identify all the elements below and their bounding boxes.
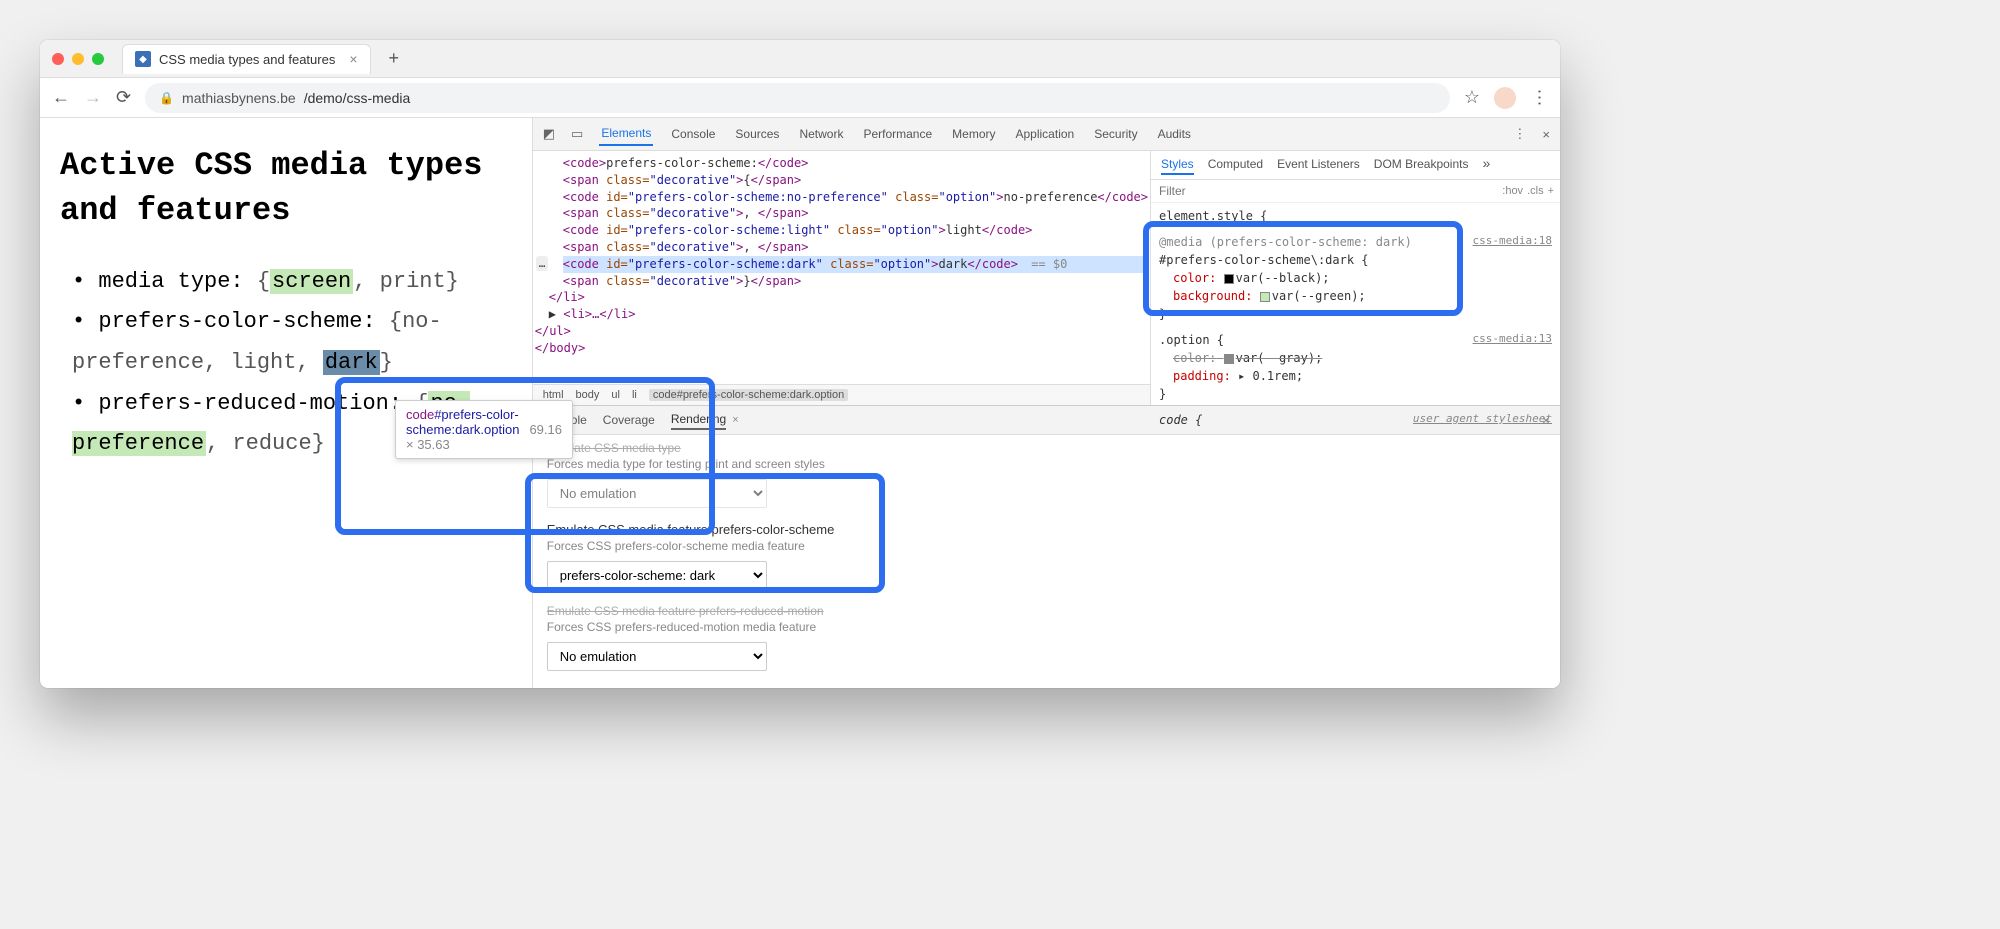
list-item: media type: {screen, print} [72,262,512,303]
window-maximize-button[interactable] [92,53,104,65]
tab-styles[interactable]: Styles [1161,155,1194,175]
url-bar: ← → ⟳ 🔒 mathiasbynens.be/demo/css-media … [40,78,1560,118]
tab-audits[interactable]: Audits [1156,123,1193,145]
tab-close-icon[interactable]: × [349,51,357,67]
tab-network[interactable]: Network [797,123,845,145]
active-value: screen [270,269,353,294]
rule-source-link[interactable]: css-media:13 [1473,331,1552,348]
browser-window: ◆ CSS media types and features × + ← → ⟳… [40,40,1560,688]
inspect-icon[interactable]: ◩ [543,126,555,142]
css-rule: css-media:13 .option { color: var(--gray… [1159,331,1552,403]
styles-tabs: Styles Computed Event Listeners DOM Brea… [1151,151,1560,180]
profile-avatar[interactable] [1494,87,1516,109]
color-scheme-select[interactable]: prefers-color-scheme: dark [547,561,767,590]
new-rule-button[interactable]: + [1548,185,1554,197]
window-minimize-button[interactable] [72,53,84,65]
reduced-motion-select[interactable]: No emulation [547,642,767,671]
tab-application[interactable]: Application [1014,123,1077,145]
styles-panel: Styles Computed Event Listeners DOM Brea… [1150,151,1560,405]
dom-tree[interactable]: <code>prefers-color-scheme:</code> <span… [533,151,1150,384]
css-rule: css-media:18 @media (prefers-color-schem… [1159,233,1552,323]
close-icon[interactable]: × [1542,127,1550,142]
tab-elements[interactable]: Elements [599,122,653,146]
tab-title: CSS media types and features [159,52,335,67]
browser-tab[interactable]: ◆ CSS media types and features × [122,44,371,74]
window-close-button[interactable] [52,53,64,65]
tab-console[interactable]: Console [669,123,717,145]
url-host: mathiasbynens.be [182,90,296,106]
page-title: Active CSS media types and features [60,144,512,234]
emulate-color-scheme-section: Emulate CSS media feature prefers-color-… [547,522,1546,590]
rule-source-link[interactable]: css-media:18 [1473,233,1552,250]
styles-filter-input[interactable] [1151,180,1502,202]
titlebar: ◆ CSS media types and features × + [40,40,1560,78]
drawer-tab-rendering[interactable]: Rendering [671,410,726,430]
tab-security[interactable]: Security [1092,123,1139,145]
element-tooltip: code#prefers-color-scheme:dark.option69.… [395,400,573,459]
reload-icon[interactable]: ⟳ [116,87,131,108]
close-icon[interactable]: × [732,414,738,426]
selected-value: dark [323,350,380,375]
dom-breadcrumb[interactable]: html body ul li code#prefers-color-schem… [533,384,1150,405]
device-icon[interactable]: ▭ [571,126,583,142]
lock-icon: 🔒 [159,91,174,105]
drawer-tab-coverage[interactable]: Coverage [603,411,655,429]
settings-icon[interactable]: ⋮ [1513,126,1526,142]
tab-computed[interactable]: Computed [1208,155,1263,175]
devtools-tabs: ◩ ▭ Elements Console Sources Network Per… [533,118,1560,151]
emulate-reduced-motion-section: Emulate CSS media feature prefers-reduce… [547,604,1546,671]
devtools-drawer: Console Coverage Rendering × × Emulate C… [533,405,1560,688]
selected-dom-node[interactable]: …<code id="prefers-color-scheme:dark" cl… [563,256,1148,273]
new-tab-button[interactable]: + [379,48,410,69]
tab-sources[interactable]: Sources [733,123,781,145]
url-field[interactable]: 🔒 mathiasbynens.be/demo/css-media [145,83,1450,113]
css-rule: user agent stylesheet code { [1159,411,1552,429]
star-icon[interactable]: ☆ [1464,87,1480,108]
content-area: Active CSS media types and features medi… [40,118,1560,688]
rendered-page: Active CSS media types and features medi… [40,118,532,688]
cls-toggle[interactable]: .cls [1527,185,1544,197]
tab-dom-breakpoints[interactable]: DOM Breakpoints [1374,155,1469,175]
chevron-right-icon[interactable]: » [1482,155,1490,175]
back-icon[interactable]: ← [52,87,70,108]
tab-event-listeners[interactable]: Event Listeners [1277,155,1360,175]
traffic-lights [52,53,104,65]
url-path: /demo/css-media [304,90,411,106]
menu-icon[interactable]: ⋯ [1529,89,1550,107]
styles-body[interactable]: element.style { css-media:18 @media (pre… [1151,203,1560,441]
devtools: ◩ ▭ Elements Console Sources Network Per… [532,118,1560,688]
tab-memory[interactable]: Memory [950,123,997,145]
devtools-upper: <code>prefers-color-scheme:</code> <span… [533,151,1560,405]
styles-filter-bar: :hov .cls + [1151,180,1560,203]
list-item: prefers-color-scheme: {no-preference, li… [72,302,512,383]
tab-performance[interactable]: Performance [861,123,934,145]
emulate-media-type-section: Emulate CSS media type Forces media type… [547,441,1546,508]
media-type-select[interactable]: No emulation [547,479,767,508]
favicon-icon: ◆ [135,51,151,67]
element-style-rule: element.style { [1159,207,1552,225]
forward-icon[interactable]: → [84,87,102,108]
hov-toggle[interactable]: :hov [1502,185,1523,197]
rendering-panel: Emulate CSS media type Forces media type… [533,435,1560,688]
